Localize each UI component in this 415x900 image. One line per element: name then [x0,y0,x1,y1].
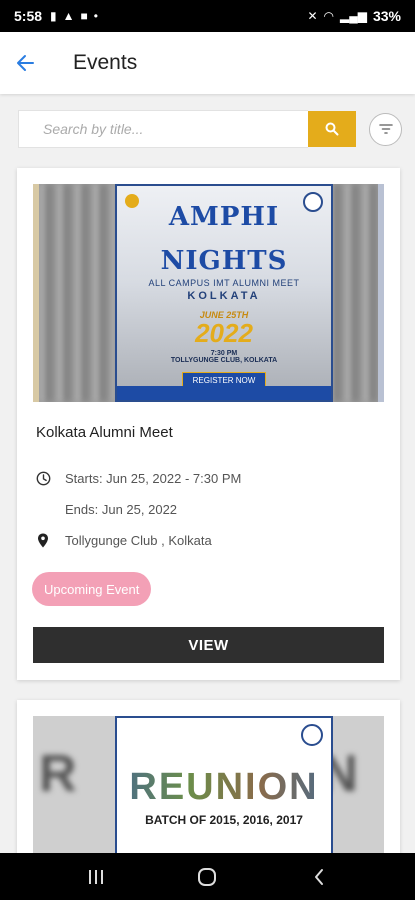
system-navigation-bar [0,853,415,900]
search-button[interactable] [308,111,356,147]
clock-icon [35,470,51,486]
poster-city: KOLKATA [187,290,261,302]
alumni-seal-logo [301,724,323,746]
event-end-text: Ends: Jun 25, 2022 [65,502,178,517]
dot-icon: • [93,9,98,23]
filter-icon [378,124,393,134]
system-back-button[interactable] [289,853,349,900]
event-start-text: Starts: Jun 25, 2022 - 7:30 PM [65,470,242,486]
poster-footer [117,386,331,400]
puzzle-icon: ■ [80,9,88,23]
alumni-seal-logo [303,192,323,212]
event-status-badge: Upcoming Event [32,572,152,606]
banner-edge-left [33,184,39,402]
cellular-signal-icon: ▂▄▆ [340,9,367,23]
wifi-icon: ◠ [323,9,334,23]
imt-logo [125,194,139,208]
recent-apps-icon [88,869,103,884]
app-bar: Events [0,32,415,94]
back-button[interactable] [0,32,50,94]
event-venue-text: Tollygunge Club , Kolkata [65,532,212,548]
filter-button[interactable] [369,112,402,146]
event-start-row: Starts: Jun 25, 2022 - 7:30 PM [35,470,241,486]
banner-edge-right [378,184,384,402]
system-icons: ✕ ◠ ▂▄▆ 33% [307,8,401,24]
status-time: 5:58 [14,8,43,24]
poster-title-line2: NIGHTS [160,246,288,276]
event-title: Kolkata Alumni Meet [36,424,173,441]
poster-title-line1: AMPHI [168,202,280,232]
event-banner: AMPHI NIGHTS ALL CAMPUS IMT ALUMNI MEET … [33,184,384,402]
mute-icon: ✕ [307,9,318,23]
event-venue-row: Tollygunge Club , Kolkata [35,532,212,548]
poster-year: 2022 [195,318,253,348]
event-card: AMPHI NIGHTS ALL CAMPUS IMT ALUMNI MEET … [17,168,400,680]
page-title: Events [73,51,138,74]
home-icon [198,867,217,886]
battery-level: 33% [372,8,401,24]
back-arrow-icon [17,55,34,71]
poster-subtitle: ALL CAMPUS IMT ALUMNI MEET [148,278,300,288]
recent-apps-button[interactable] [66,853,126,900]
chevron-left-icon [315,868,324,885]
event-end-row: Ends: Jun 25, 2022 [65,502,177,517]
poster-title: REUNION [117,766,331,809]
search-row [18,110,404,148]
bell-icon: ▲ [62,9,75,23]
poster-venue: TOLLYGUNGE CLUB, KOLKATA [170,357,278,364]
location-pin-icon [35,532,51,548]
status-bar: 5:58 ▮ ▲ ■ • ✕ ◠ ▂▄▆ 33% [0,0,415,32]
home-button[interactable] [177,853,237,900]
view-button[interactable]: VIEW [33,627,384,663]
search-icon [325,122,339,136]
notification-icons: ▮ ▲ ■ • [50,9,98,23]
search-input[interactable] [18,110,308,148]
poster-subtitle: BATCH OF 2015, 2016, 2017 [145,813,303,827]
signal-bars-icon: ▮ [50,9,57,23]
event-poster: AMPHI NIGHTS ALL CAMPUS IMT ALUMNI MEET … [115,184,333,402]
poster-time: 7:30 PM [210,350,238,357]
